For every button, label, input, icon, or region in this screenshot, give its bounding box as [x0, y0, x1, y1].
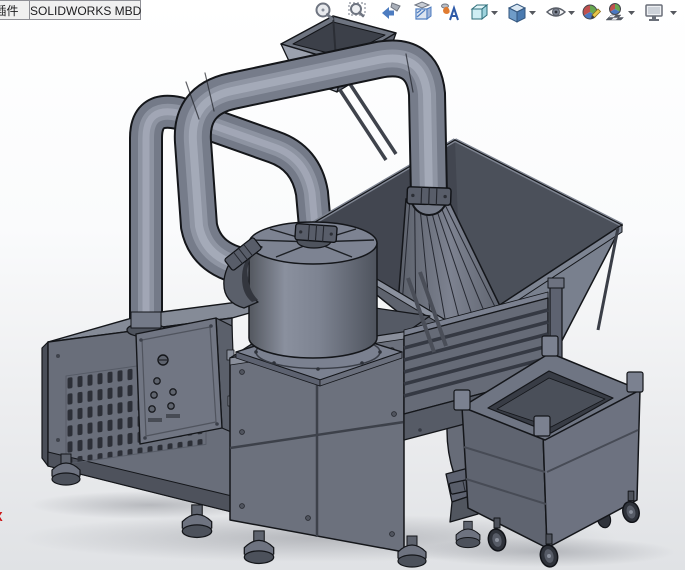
solidworks-viewport[interactable]: 插件 SOLIDWORKS MBD: [0, 0, 685, 570]
view-orientation-icon[interactable]: [468, 1, 490, 23]
hide-show-items-icon[interactable]: [545, 1, 567, 23]
apply-scene-dropdown[interactable]: [627, 1, 636, 23]
view-settings-dropdown[interactable]: [669, 1, 678, 23]
tab-solidworks-mbd[interactable]: SOLIDWORKS MBD: [29, 0, 141, 20]
pipe-clamp: [406, 186, 452, 206]
section-view-icon[interactable]: [412, 1, 434, 23]
view-settings-icon[interactable]: [643, 1, 665, 23]
hide-show-items-dropdown[interactable]: [567, 1, 576, 23]
zoom-to-fit-icon[interactable]: [314, 1, 336, 23]
panel-latch[interactable]: [157, 354, 169, 366]
triad-x-axis-label: X: [0, 509, 3, 524]
edit-appearance-icon[interactable]: [580, 1, 602, 23]
display-style-icon[interactable]: [506, 1, 528, 23]
previous-view-icon[interactable]: [380, 1, 402, 23]
apply-scene-icon[interactable]: [604, 1, 626, 23]
tab-solidworks-addins[interactable]: 插件: [0, 0, 30, 20]
control-panel[interactable]: [135, 317, 237, 445]
dynamic-annotation-views-icon[interactable]: [440, 1, 462, 23]
pipe-clamp: [294, 222, 338, 244]
zoom-to-area-icon[interactable]: [347, 1, 369, 23]
cad-model-canvas[interactable]: [0, 0, 685, 570]
view-orientation-dropdown[interactable]: [490, 1, 499, 23]
display-style-dropdown[interactable]: [528, 1, 537, 23]
